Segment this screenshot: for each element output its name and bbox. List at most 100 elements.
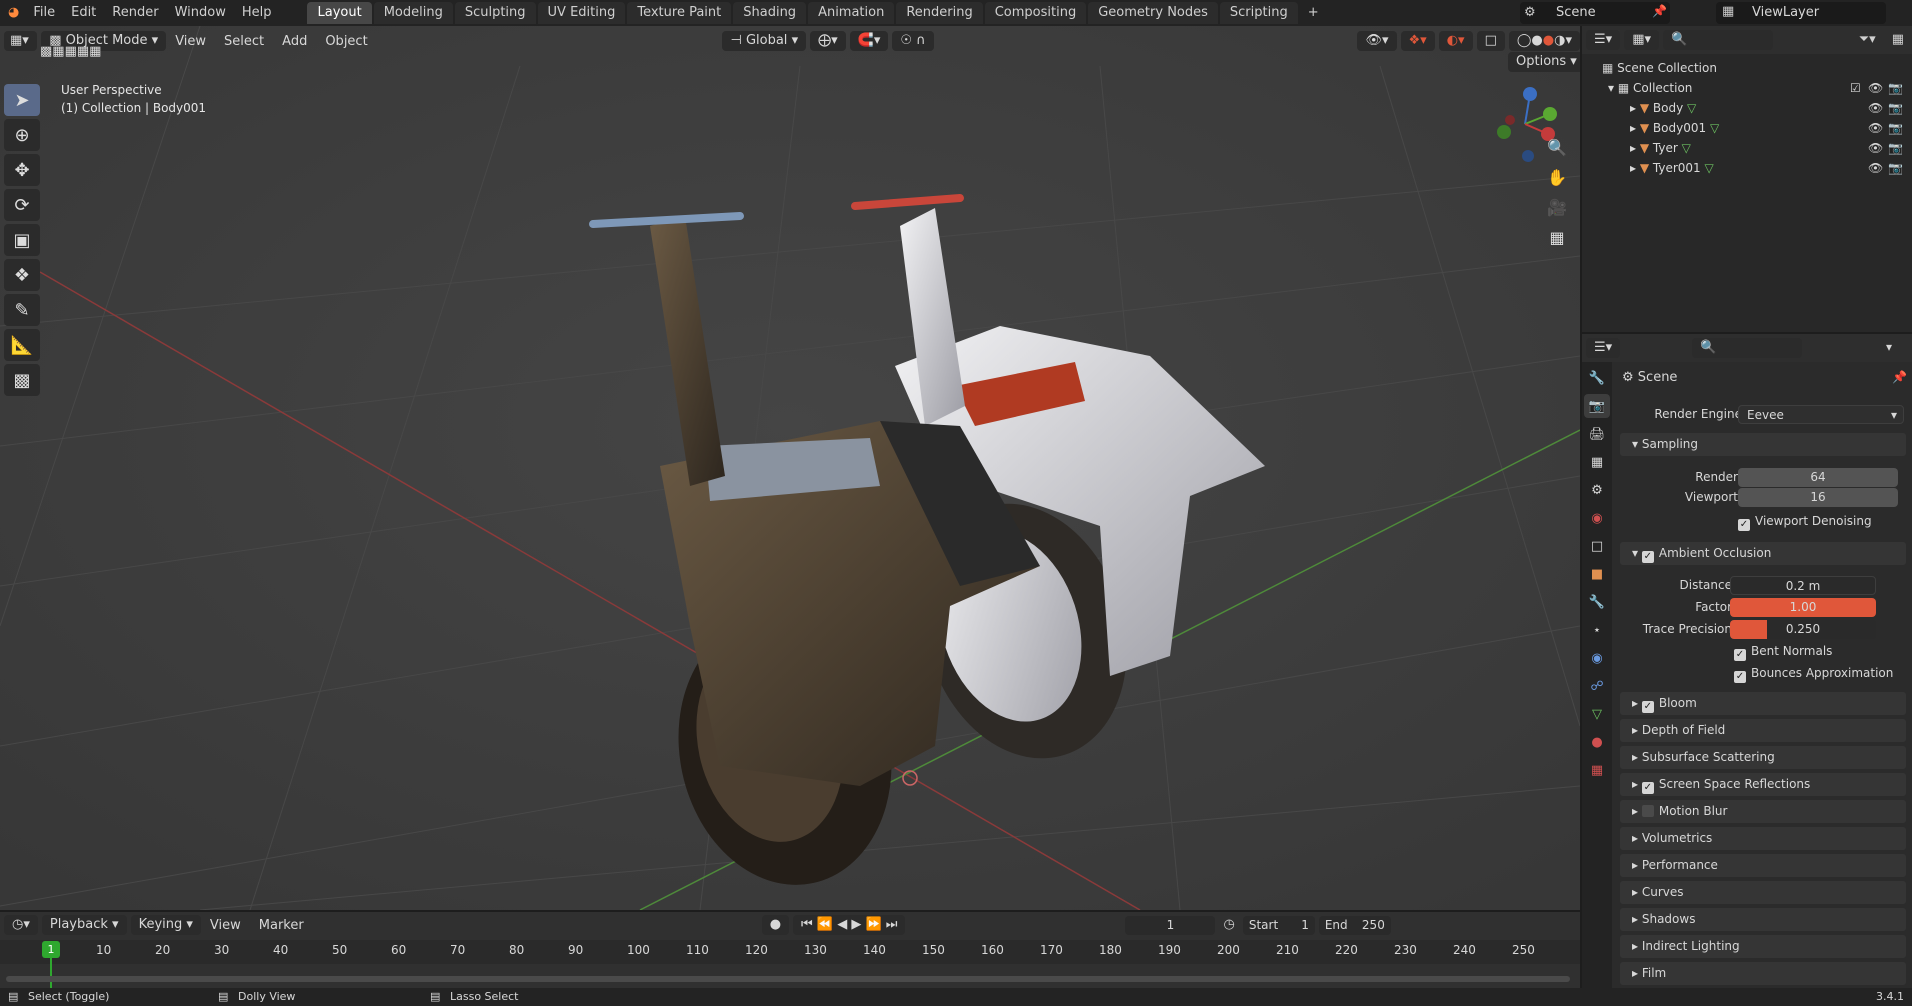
scene-collection-row[interactable]: ▦ Scene Collection <box>1582 58 1912 78</box>
tab-animation[interactable]: Animation <box>808 2 895 24</box>
eye-icon[interactable]: 👁 <box>1868 138 1883 158</box>
clock-icon[interactable]: ◷ <box>1215 912 1242 938</box>
panel-screen-space-reflections[interactable]: ▸ ✓ Screen Space Reflections <box>1620 773 1906 796</box>
panel-curves[interactable]: ▸ Curves <box>1620 881 1906 904</box>
properties-search-input[interactable]: 🔍 <box>1692 338 1802 358</box>
camera-icon[interactable]: 📷 <box>1888 78 1903 98</box>
collection-tab-icon[interactable]: □ <box>1584 534 1610 558</box>
measure-tool[interactable]: 📐 <box>4 329 40 361</box>
eye-icon[interactable]: 👁 <box>1868 98 1883 118</box>
physics-tab-icon[interactable]: ◉ <box>1584 646 1610 670</box>
viewport-menu-view[interactable]: View <box>166 34 215 49</box>
panel-ambient-occlusion[interactable]: ▾ ✓ Ambient Occlusion <box>1620 542 1906 565</box>
outliner-type-icon[interactable]: ☰▾ <box>1586 30 1621 50</box>
tool-tab-icon[interactable]: 🔧 <box>1584 366 1610 390</box>
viewport-denoising-checkbox[interactable]: ✓ Viewport Denoising <box>1738 514 1872 531</box>
timeline-menu-marker[interactable]: Marker <box>250 918 313 933</box>
viewport-menu-object[interactable]: Object <box>316 34 376 49</box>
proportional-edit-icon[interactable]: ☉ ∩ <box>892 31 934 51</box>
panel-performance[interactable]: ▸ Performance <box>1620 854 1906 877</box>
pin-icon[interactable]: 📌 <box>1892 370 1907 384</box>
checkbox-icon[interactable]: ✓ <box>1641 701 1654 713</box>
timeline-menu-view[interactable]: View <box>201 918 250 933</box>
panel-depth-of-field[interactable]: ▸ Depth of Field <box>1620 719 1906 742</box>
data-tab-icon[interactable]: ▽ <box>1584 702 1610 726</box>
panel-motion-blur[interactable]: ▸ Motion Blur <box>1620 800 1906 823</box>
tab-shading[interactable]: Shading <box>733 2 807 24</box>
world-tab-icon[interactable]: ◉ <box>1584 506 1610 530</box>
checkbox-icon[interactable]: ✓ <box>1641 782 1654 794</box>
record-button[interactable]: ● <box>761 915 790 935</box>
tab-modeling[interactable]: Modeling <box>373 2 453 24</box>
trace-precision-slider[interactable]: 0.250 <box>1730 620 1876 639</box>
3d-viewport[interactable]: ▦▾ ▩ Object Mode ▾ View Select Add Objec… <box>0 26 1580 910</box>
render-tab-icon[interactable]: 📷 <box>1584 394 1610 418</box>
cursor-tool[interactable]: ⊕ <box>4 119 40 151</box>
filter-icon[interactable]: ⏷▾ <box>1851 27 1884 53</box>
menu-render[interactable]: Render <box>104 0 166 26</box>
constraints-tab-icon[interactable]: ☍ <box>1584 674 1610 698</box>
zoom-icon[interactable]: 🔍 <box>1542 134 1572 160</box>
expand-icon[interactable]: ▾ <box>1608 81 1614 95</box>
add-cube-tool[interactable]: ▩ <box>4 364 40 396</box>
pan-hand-icon[interactable]: ✋ <box>1542 164 1572 190</box>
annotate-tool[interactable]: ✎ <box>4 294 40 326</box>
tab-rendering[interactable]: Rendering <box>896 2 983 24</box>
tab-layout[interactable]: Layout <box>307 2 372 24</box>
options-button[interactable]: Options ▾ <box>1508 52 1580 72</box>
tab-sculpting[interactable]: Sculpting <box>454 2 536 24</box>
select-mode-icons[interactable]: ▩▦▦▦▦ <box>40 44 101 59</box>
eye-icon[interactable]: 👁 <box>1868 158 1883 178</box>
camera-icon[interactable]: 📷 <box>1888 118 1903 138</box>
outliner-item-tyer[interactable]: ▸ ▼ Tyer ▽ 👁 📷 <box>1582 138 1912 158</box>
bent-normals-checkbox[interactable]: ✓ Bent Normals <box>1734 644 1832 661</box>
shading-modes-icon[interactable]: ◯●●◑▾ <box>1508 31 1580 51</box>
particles-tab-icon[interactable]: ⋆ <box>1584 618 1610 642</box>
panel-sampling[interactable]: ▾ Sampling <box>1620 433 1906 456</box>
output-tab-icon[interactable]: 🖨 <box>1584 422 1610 446</box>
ao-factor-slider[interactable]: 1.00 <box>1730 598 1876 617</box>
panel-film[interactable]: ▸ Film <box>1620 962 1906 985</box>
ortho-grid-icon[interactable]: ▦ <box>1542 224 1572 250</box>
tab-geometry-nodes[interactable]: Geometry Nodes <box>1088 2 1218 24</box>
view-layer-tab-icon[interactable]: ▦ <box>1584 450 1610 474</box>
tab-compositing[interactable]: Compositing <box>984 2 1087 24</box>
end-frame-field[interactable]: End 250 <box>1318 915 1391 935</box>
scene-selector[interactable]: Scene <box>1520 2 1670 24</box>
playback-controls[interactable]: ⏮ ⏪ ◀ ▶ ⏩ ⏭ <box>793 915 906 935</box>
xray-icon[interactable]: □ <box>1476 31 1505 51</box>
tab-uv-editing[interactable]: UV Editing <box>537 2 626 24</box>
timeline-type-icon[interactable]: ◷▾ <box>4 915 38 935</box>
viewport-menu-add[interactable]: Add <box>273 34 316 49</box>
outliner-item-tyer001[interactable]: ▸ ▼ Tyer001 ▽ 👁 📷 <box>1582 158 1912 178</box>
snap-icon[interactable]: 🧲▾ <box>849 31 889 51</box>
timeline-scrollbar[interactable] <box>6 976 1570 982</box>
timeline-ruler[interactable]: 10 20 30 40 50 60 70 80 90 100 110 120 130 140 150 160 1… <box>0 940 1580 964</box>
panel-subsurface-scattering[interactable]: ▸ Subsurface Scattering <box>1620 746 1906 769</box>
blender-logo-icon[interactable]: ◕ <box>0 0 25 26</box>
visibility-icon[interactable]: 👁▾ <box>1357 31 1397 51</box>
new-collection-icon[interactable]: ▦ <box>1884 27 1912 53</box>
current-frame-field[interactable]: 1 <box>1125 915 1216 935</box>
overlays-icon[interactable]: ◐▾ <box>1438 31 1473 51</box>
scale-tool[interactable]: ▣ <box>4 224 40 256</box>
material-tab-icon[interactable]: ● <box>1584 730 1610 754</box>
outliner-item-body[interactable]: ▸ ▼ Body ▽ 👁 📷 <box>1582 98 1912 118</box>
start-frame-field[interactable]: Start 1 <box>1242 915 1315 935</box>
view-layer-selector[interactable]: ViewLayer <box>1716 2 1886 24</box>
keying-menu[interactable]: Keying ▾ <box>130 915 201 935</box>
checkbox-icon[interactable] <box>1641 805 1654 817</box>
pin-icon[interactable]: 📌 <box>1652 4 1667 18</box>
pivot-point-icon[interactable]: ⨁▾ <box>810 31 846 51</box>
select-box-tool[interactable]: ➤ <box>4 84 40 116</box>
eye-icon[interactable]: 👁 <box>1868 78 1883 98</box>
camera-icon[interactable]: 📷 <box>1888 98 1903 118</box>
panel-indirect-lighting[interactable]: ▸ Indirect Lighting <box>1620 935 1906 958</box>
tab-texture-paint[interactable]: Texture Paint <box>627 2 732 24</box>
outliner-item-body001[interactable]: ▸ ▼ Body001 ▽ 👁 📷 <box>1582 118 1912 138</box>
tab-scripting[interactable]: Scripting <box>1219 2 1298 24</box>
viewport-menu-select[interactable]: Select <box>215 34 273 49</box>
collection-row[interactable]: ▾ ▦ Collection ☑ 👁 📷 <box>1582 78 1912 98</box>
editor-type-button[interactable]: ▦▾ <box>4 31 38 51</box>
move-tool[interactable]: ✥ <box>4 154 40 186</box>
